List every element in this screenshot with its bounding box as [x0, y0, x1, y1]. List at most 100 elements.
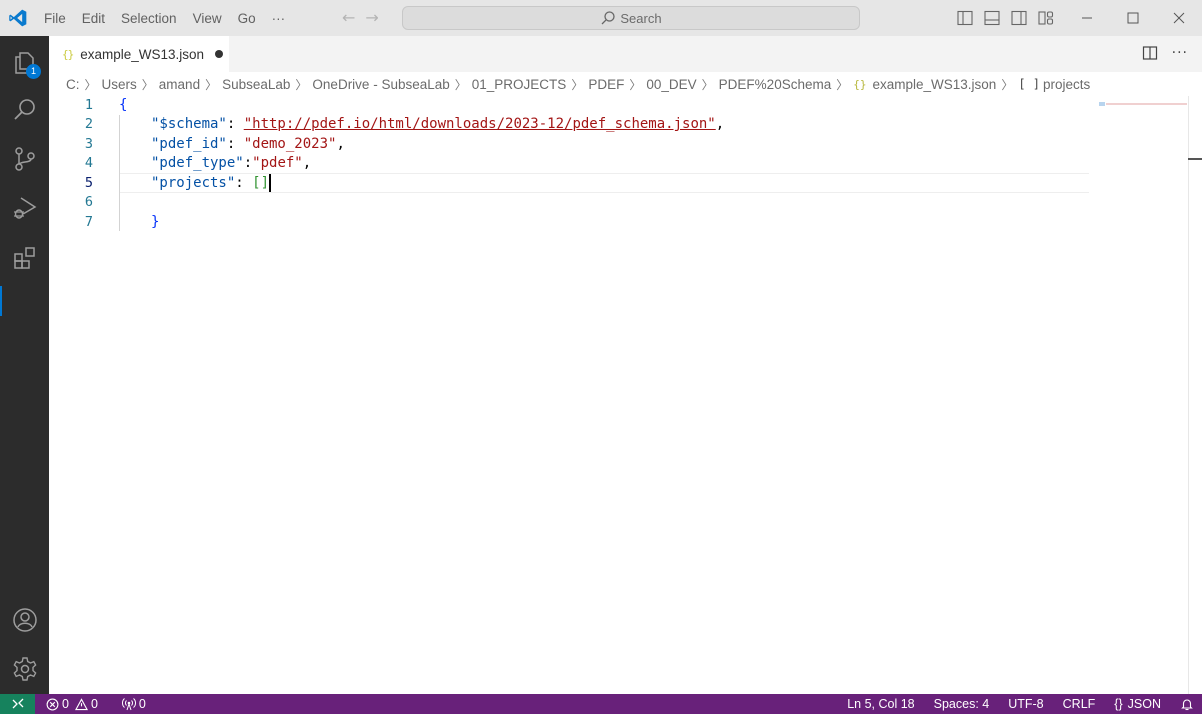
maximize-icon	[1127, 12, 1139, 24]
back-arrow-icon[interactable]: ←	[342, 8, 355, 27]
customize-layout-icon[interactable]	[1037, 9, 1055, 27]
unsaved-dot-icon[interactable]	[215, 50, 224, 58]
activity-extensions[interactable]	[0, 234, 49, 282]
close-button[interactable]	[1156, 0, 1202, 36]
menu-edit[interactable]: Edit	[74, 11, 113, 26]
remote-indicator-button[interactable]	[0, 694, 35, 714]
line-content: "$schema": "http://pdef.io/html/download…	[151, 116, 724, 132]
toggle-secondary-sidebar-icon[interactable]	[1010, 9, 1028, 27]
indentation-setting[interactable]: Spaces: 4	[934, 697, 990, 711]
chevron-right-icon: 〉	[295, 77, 308, 92]
eol-setting[interactable]: CRLF	[1063, 697, 1096, 711]
minimap[interactable]	[1099, 96, 1189, 106]
vertical-scrollbar[interactable]	[1188, 96, 1202, 694]
editor-tab-bar: {} example_WS13.json ···	[49, 36, 1202, 72]
gear-icon	[13, 657, 36, 681]
json-key: "pdef_type"	[151, 155, 244, 172]
search-icon	[13, 99, 35, 120]
json-key: "projects"	[151, 174, 236, 191]
chevron-right-icon: 〉	[571, 77, 584, 92]
search-icon	[601, 11, 616, 25]
breadcrumb-segment[interactable]: SubseaLab	[222, 77, 290, 92]
activity-explorer[interactable]: 1	[0, 38, 49, 86]
menu-file[interactable]: File	[36, 11, 74, 26]
close-icon	[1173, 12, 1185, 24]
command-center-search[interactable]: Search	[402, 6, 860, 30]
json-file-icon: {}	[853, 77, 867, 91]
navigation-arrows: ← →	[342, 8, 379, 27]
breadcrumb-segment[interactable]: Users	[102, 77, 137, 92]
json-key: "$schema"	[151, 116, 227, 133]
activity-run-debug[interactable]	[0, 184, 49, 232]
json-string-value: "pdef"	[252, 155, 303, 172]
menu-go[interactable]: Go	[230, 11, 264, 26]
toggle-primary-sidebar-icon[interactable]	[956, 9, 974, 27]
cursor-position[interactable]: Ln 5, Col 18	[847, 697, 914, 711]
bell-icon[interactable]	[1180, 697, 1194, 711]
encoding-setting[interactable]: UTF-8	[1008, 697, 1043, 711]
chevron-right-icon: 〉	[701, 77, 714, 92]
breadcrumb-segment[interactable]: PDEF	[588, 77, 624, 92]
window-controls	[1064, 0, 1202, 36]
open-brace: {	[119, 96, 128, 113]
search-placeholder: Search	[620, 10, 662, 26]
minimize-icon	[1082, 17, 1092, 19]
activity-manage[interactable]	[0, 645, 49, 693]
warning-count: 0	[90, 697, 98, 711]
code-editor[interactable]: 1 { 2 "$schema": "http://pdef.io/html/do…	[49, 96, 1202, 694]
code-line: 3 "pdef_id": "demo_2023",	[49, 134, 1089, 154]
chevron-right-icon: 〉	[454, 77, 467, 92]
breadcrumb-segment[interactable]: 00_DEV	[646, 77, 696, 92]
split-editor-icon[interactable]	[1142, 45, 1158, 61]
tab-example-ws13-json[interactable]: {} example_WS13.json	[49, 36, 229, 72]
array-symbol-icon: [ ]	[1018, 77, 1041, 91]
language-mode[interactable]: {} JSON	[1114, 697, 1161, 711]
breadcrumb-segment[interactable]: C:	[66, 77, 80, 92]
vscode-window: File Edit Selection View Go ··· ← → Sear…	[0, 0, 1202, 714]
chevron-right-icon: 〉	[629, 77, 642, 92]
breadcrumb-file[interactable]: example_WS13.json	[873, 77, 997, 92]
json-key: "pdef_id"	[151, 135, 227, 152]
toggle-panel-icon[interactable]	[983, 9, 1001, 27]
status-left: 0 0 0	[43, 697, 149, 711]
breadcrumb-segment[interactable]: PDEF%20Schema	[719, 77, 832, 92]
scrollbar-cursor-marker	[1188, 158, 1202, 160]
activity-accent	[0, 286, 2, 316]
ports-indicator[interactable]: 0	[119, 697, 149, 711]
activity-search[interactable]	[0, 86, 49, 134]
explorer-badge: 1	[26, 64, 41, 79]
breadcrumb-symbol[interactable]: projects	[1043, 77, 1090, 92]
menu-view[interactable]: View	[185, 11, 230, 26]
activity-accounts[interactable]	[0, 596, 49, 644]
breadcrumb-segment[interactable]: OneDrive - SubseaLab	[312, 77, 449, 92]
menu-selection[interactable]: Selection	[113, 11, 185, 26]
colon: :	[226, 116, 244, 133]
code-line: 1 {	[49, 95, 1089, 115]
menu-more[interactable]: ···	[264, 11, 294, 26]
line-number: 4	[84, 155, 93, 172]
activity-source-control[interactable]	[0, 135, 49, 183]
layout-controls	[956, 9, 1055, 27]
breadcrumb-segment[interactable]: 01_PROJECTS	[472, 77, 567, 92]
maximize-button[interactable]	[1110, 0, 1156, 36]
problems-indicator[interactable]: 0 0	[43, 697, 101, 711]
ports-count: 0	[138, 697, 146, 711]
broadcast-icon	[121, 698, 136, 711]
schema-url-link[interactable]: "http://pdef.io/html/downloads/2023-12/p…	[244, 116, 716, 132]
code-line: 2 "$schema": "http://pdef.io/html/downlo…	[49, 115, 1089, 135]
breadcrumb-segment[interactable]: amand	[159, 77, 200, 92]
comma: ,	[302, 155, 312, 172]
forward-arrow-icon[interactable]: →	[365, 8, 378, 27]
status-bar: 0 0 0 Ln 5, Col 18 Spaces: 4 UTF-8 CRLF …	[0, 694, 1202, 714]
code-line-active: 5 "projects": []	[49, 173, 1089, 193]
extensions-icon	[13, 247, 35, 269]
more-actions-icon[interactable]: ···	[1172, 45, 1188, 61]
line-content: }	[151, 214, 159, 230]
error-count: 0	[62, 697, 69, 711]
braces-icon: {}	[1114, 697, 1123, 711]
code-line: 6	[49, 193, 1089, 213]
run-debug-icon	[13, 197, 36, 219]
colon: :	[243, 155, 253, 172]
minimize-button[interactable]	[1064, 0, 1110, 36]
comma: ,	[336, 135, 345, 152]
